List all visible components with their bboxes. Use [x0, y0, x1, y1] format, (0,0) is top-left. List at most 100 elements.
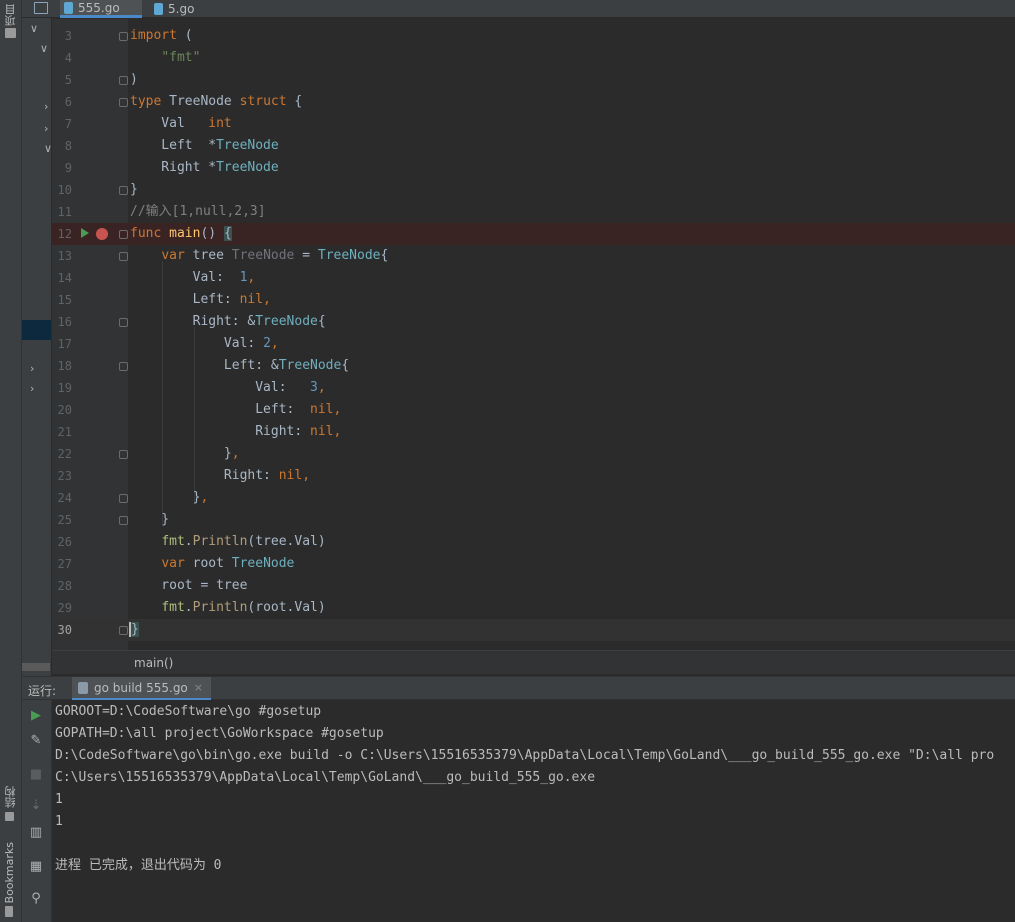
code-line-breakpoint[interactable]: 12 func main() { [52, 223, 1015, 245]
console-line: 1 [55, 792, 63, 807]
scroll-to-end-icon[interactable]: ⇣ [28, 797, 44, 813]
code-line[interactable]: 20 Left: nil, [52, 399, 1015, 421]
fold-marker-icon[interactable] [119, 186, 128, 195]
breadcrumb: main() [52, 650, 1015, 674]
bookmark-icon [5, 906, 13, 917]
line-number: 13 [57, 249, 72, 263]
line-number: 9 [64, 161, 72, 175]
fold-marker-icon[interactable] [119, 494, 128, 503]
tree-collapse-arrow-icon[interactable]: › [44, 122, 48, 135]
tree-expand-arrow-icon[interactable]: ∨ [40, 42, 48, 55]
code-line[interactable]: 19 Val: 3, [52, 377, 1015, 399]
tree-collapse-arrow-icon[interactable]: › [30, 362, 34, 375]
code-line[interactable]: 3 import ( [52, 25, 1015, 47]
code-text: ) [130, 72, 138, 87]
code-line[interactable]: 25 } [52, 509, 1015, 531]
fold-marker-icon[interactable] [119, 76, 128, 85]
code-line[interactable]: 10} [52, 179, 1015, 201]
breadcrumb-item[interactable]: main() [134, 656, 173, 670]
code-line[interactable]: 6 type TreeNode struct { [52, 91, 1015, 113]
code-line[interactable]: 8 Left *TreeNode [52, 135, 1015, 157]
fold-marker-icon[interactable] [119, 362, 128, 371]
code-line[interactable]: 7 Val int [52, 113, 1015, 135]
code-text: } [130, 512, 170, 527]
pin-icon[interactable]: ⚲ [28, 890, 44, 906]
folder-icon [5, 28, 16, 38]
run-config-tab[interactable]: go build 555.go × [72, 677, 211, 701]
fold-marker-icon[interactable] [119, 230, 128, 239]
bookmarks-side-tab[interactable]: Bookmarks [3, 842, 19, 903]
code-line[interactable]: 23 Right: nil, [52, 465, 1015, 487]
code-text: Val int [130, 116, 232, 131]
code-line[interactable]: 27 var root TreeNode [52, 553, 1015, 575]
code-line[interactable]: 9 Right *TreeNode [52, 157, 1015, 179]
line-number: 6 [64, 95, 72, 109]
line-number: 19 [57, 381, 72, 395]
code-line[interactable]: 18 Left: &TreeNode{ [52, 355, 1015, 377]
code-text: Left: &TreeNode{ [130, 358, 350, 373]
code-text: Right: &TreeNode{ [130, 314, 326, 329]
code-line[interactable]: 16 Right: &TreeNode{ [52, 311, 1015, 333]
structure-side-tab[interactable]: 结构 [3, 786, 19, 808]
console-line: 1 [55, 814, 63, 829]
fold-marker-icon[interactable] [119, 626, 128, 635]
breakpoint-icon[interactable] [96, 228, 108, 240]
code-line[interactable]: 17 Val: 2, [52, 333, 1015, 355]
trash-icon[interactable]: ▥ [28, 824, 44, 840]
line-number: 22 [57, 447, 72, 461]
line-number: 5 [64, 73, 72, 87]
tree-collapse-arrow-icon[interactable]: › [44, 100, 48, 113]
code-line-current[interactable]: 30} [52, 619, 1015, 641]
tree-collapse-arrow-icon[interactable]: › [30, 382, 34, 395]
fold-marker-icon[interactable] [119, 450, 128, 459]
code-line[interactable]: 28 root = tree [52, 575, 1015, 597]
fold-marker-icon[interactable] [119, 318, 128, 327]
fold-marker-icon[interactable] [119, 252, 128, 261]
go-file-icon [64, 1, 73, 14]
console-output[interactable]: GOROOT=D:\CodeSoftware\go #gosetup GOPAT… [52, 700, 1015, 922]
code-line[interactable]: 14 Val: 1, [52, 267, 1015, 289]
layout-icon[interactable]: ▦ [28, 858, 44, 874]
code-text: Val: 2, [130, 336, 279, 351]
code-line[interactable]: 29 fmt.Println(root.Val) [52, 597, 1015, 619]
tree-expand-arrow-icon[interactable]: ∨ [44, 142, 51, 155]
line-number: 15 [57, 293, 72, 307]
left-tool-strip: 项目 结构 Bookmarks [0, 0, 22, 922]
code-line[interactable]: 5) [52, 69, 1015, 91]
code-line[interactable]: 11 //输入[1,null,2,3] [52, 201, 1015, 223]
code-text: Left *TreeNode [130, 138, 279, 153]
line-number: 24 [57, 491, 72, 505]
code-line[interactable]: 26 fmt.Println(tree.Val) [52, 531, 1015, 553]
line-number: 12 [57, 227, 72, 241]
project-side-tab[interactable]: 项目 [3, 4, 19, 26]
code-line[interactable]: 13 var tree TreeNode = TreeNode{ [52, 245, 1015, 267]
tree-selected-row[interactable] [22, 320, 51, 340]
code-line[interactable]: 21 Right: nil, [52, 421, 1015, 443]
code-line[interactable]: 4 "fmt" [52, 47, 1015, 69]
project-scrollbar[interactable] [22, 663, 50, 671]
run-gutter-icon[interactable] [81, 228, 89, 238]
code-text: } [130, 182, 138, 197]
tree-expand-arrow-icon[interactable]: ∨ [30, 22, 38, 35]
fold-marker-icon[interactable] [119, 516, 128, 525]
code-text: "fmt" [161, 50, 201, 65]
close-icon[interactable]: × [194, 681, 203, 694]
rerun-icon[interactable]: ▶ [28, 707, 44, 723]
fold-marker-icon[interactable] [119, 32, 128, 41]
code-text: }, [130, 446, 240, 461]
code-text: } [129, 622, 139, 637]
code-text: root = tree [130, 578, 248, 593]
wrench-icon[interactable]: ✎ [28, 732, 44, 748]
line-number: 21 [57, 425, 72, 439]
stop-icon[interactable]: ■ [28, 766, 44, 782]
code-line[interactable]: 24 }, [52, 487, 1015, 509]
code-text: }, [130, 490, 209, 505]
code-line[interactable]: 15 Left: nil, [52, 289, 1015, 311]
fold-marker-icon[interactable] [119, 98, 128, 107]
tab-555-go[interactable]: 555.go [60, 0, 142, 18]
tab-5-go[interactable]: 5.go [150, 0, 214, 18]
code-editor[interactable]: 3 import ( 4 "fmt" 5) 6 type TreeNode stru… [52, 19, 1015, 650]
project-view-icon[interactable] [34, 2, 48, 14]
code-text: Left: nil, [130, 292, 271, 307]
code-line[interactable]: 22 }, [52, 443, 1015, 465]
